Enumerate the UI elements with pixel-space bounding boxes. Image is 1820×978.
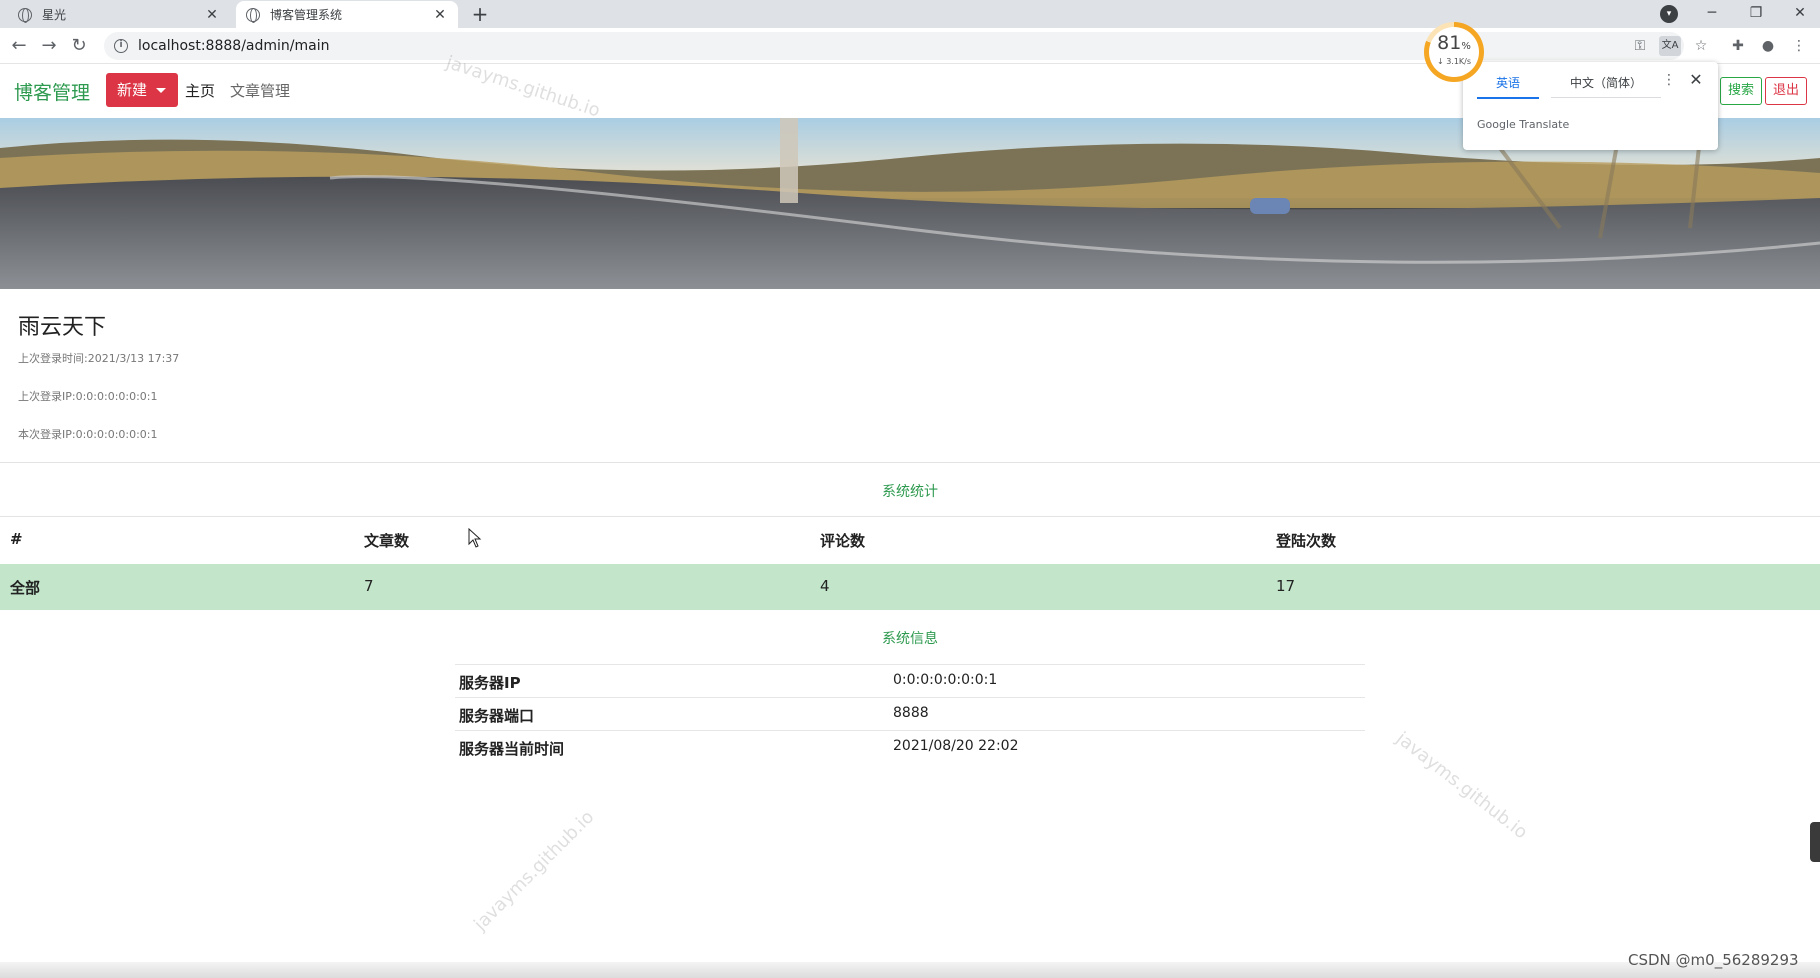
forward-icon[interactable]: →: [36, 34, 62, 58]
close-icon[interactable]: ✕: [204, 7, 220, 23]
section-divider: [0, 462, 1820, 463]
row-cell-comments: 4: [820, 577, 830, 595]
header-cell-articles: 文章数: [364, 532, 410, 550]
info-value: 2021/08/20 22:02: [893, 738, 1019, 754]
profile-name: 雨云天下: [18, 315, 107, 340]
last-login-ip: 上次登录IP:0:0:0:0:0:0:0:1: [18, 390, 158, 403]
caret-down-icon: [156, 88, 166, 93]
back-icon[interactable]: ←: [6, 34, 32, 58]
close-icon[interactable]: ✕: [432, 7, 448, 23]
info-key: 服务器IP: [459, 674, 521, 692]
translate-tab-chinese[interactable]: 中文（简体）: [1551, 74, 1661, 98]
speed-percent: 81: [1437, 32, 1462, 54]
last-login-time: 上次登录时间:2021/3/13 17:37: [18, 352, 180, 365]
watermark-text: javayms.github.io: [1392, 728, 1532, 844]
star-icon[interactable]: ☆: [1690, 36, 1712, 56]
network-speed-widget: 81% ↓ 3.1K/s: [1424, 22, 1484, 82]
tab-label: 博客管理系统: [270, 8, 343, 22]
watermark-text: javayms.github.io: [470, 806, 599, 935]
speed-rate: ↓ 3.1K/s: [1436, 57, 1472, 66]
browser-tab-xingguang[interactable]: 星光 ✕: [8, 1, 230, 28]
restore-button[interactable]: ❐: [1738, 0, 1774, 28]
browser-tab-blog-admin[interactable]: 博客管理系统 ✕: [236, 1, 458, 28]
info-icon[interactable]: i: [114, 39, 128, 53]
info-row-server-port: 服务器端口 8888: [455, 697, 1365, 730]
search-button[interactable]: 搜索: [1720, 77, 1762, 105]
info-value: 0:0:0:0:0:0:0:1: [893, 672, 998, 688]
minimize-button[interactable]: ─: [1694, 0, 1730, 28]
translate-icon[interactable]: 文A: [1659, 36, 1681, 56]
globe-icon: [246, 7, 260, 23]
info-value: 8888: [893, 705, 929, 721]
info-key: 服务器端口: [459, 707, 535, 725]
info-row-server-time: 服务器当前时间 2021/08/20 22:02: [455, 730, 1365, 763]
row-cell-logins: 17: [1276, 577, 1296, 595]
profile-icon[interactable]: ●: [1757, 36, 1779, 56]
header-cell-logins: 登陆次数: [1276, 532, 1337, 550]
row-cell-articles: 7: [364, 577, 374, 595]
google-translate-brand: Google Translate: [1477, 118, 1570, 131]
table-row: 全部 7 4 17: [0, 564, 1820, 610]
translate-popup: 英语 中文（简体） ⋮ ✕ Google Translate: [1463, 62, 1718, 150]
logout-button[interactable]: 退出: [1765, 77, 1807, 105]
info-section-title: 系统信息: [882, 631, 938, 647]
tab-search-icon[interactable]: ▾: [1660, 5, 1678, 23]
info-row-server-ip: 服务器IP 0:0:0:0:0:0:0:1: [455, 664, 1365, 697]
info-key: 服务器当前时间: [459, 740, 565, 758]
stats-section-title: 系统统计: [882, 484, 938, 500]
tab-label: 星光: [42, 8, 67, 22]
row-cell-label: 全部: [10, 579, 41, 597]
nav-articles-link[interactable]: 文章管理: [230, 80, 290, 101]
scroll-handle[interactable]: [1810, 822, 1820, 862]
window-close-button[interactable]: ✕: [1782, 0, 1818, 28]
extensions-icon[interactable]: ✚: [1727, 36, 1749, 56]
globe-icon: [18, 7, 32, 23]
new-button-label: 新建: [117, 81, 148, 99]
menu-icon[interactable]: ⋮: [1788, 36, 1810, 56]
current-login-ip: 本次登录IP:0:0:0:0:0:0:0:1: [18, 428, 158, 441]
new-dropdown-button[interactable]: 新建: [106, 73, 178, 107]
url-text: localhost:8888/admin/main: [138, 38, 330, 54]
mouse-cursor-icon: [468, 528, 482, 548]
browser-toolbar: ← → ↻ i localhost:8888/admin/main ⚿ 文A ☆…: [0, 28, 1820, 64]
header-cell-comments: 评论数: [820, 532, 866, 550]
nav-home-link[interactable]: 主页: [185, 80, 215, 101]
translate-tab-english[interactable]: 英语: [1477, 74, 1539, 99]
browser-tab-strip: 星光 ✕ 博客管理系统 ✕ + ▾ ─ ❐ ✕: [0, 0, 1820, 28]
more-options-icon[interactable]: ⋮: [1659, 72, 1679, 88]
new-tab-button[interactable]: +: [468, 3, 492, 25]
csdn-credit: CSDN @m0_56289293: [1628, 951, 1799, 969]
reload-icon[interactable]: ↻: [66, 34, 92, 58]
header-cell-index: #: [10, 530, 23, 548]
brand-title[interactable]: 博客管理: [14, 78, 90, 105]
stats-table-header: # 文章数 评论数 登陆次数: [0, 517, 1820, 563]
bottom-edge: [0, 962, 1820, 978]
speed-percent-unit: %: [1461, 41, 1471, 52]
key-icon[interactable]: ⚿: [1629, 36, 1651, 56]
close-icon[interactable]: ✕: [1686, 70, 1706, 89]
